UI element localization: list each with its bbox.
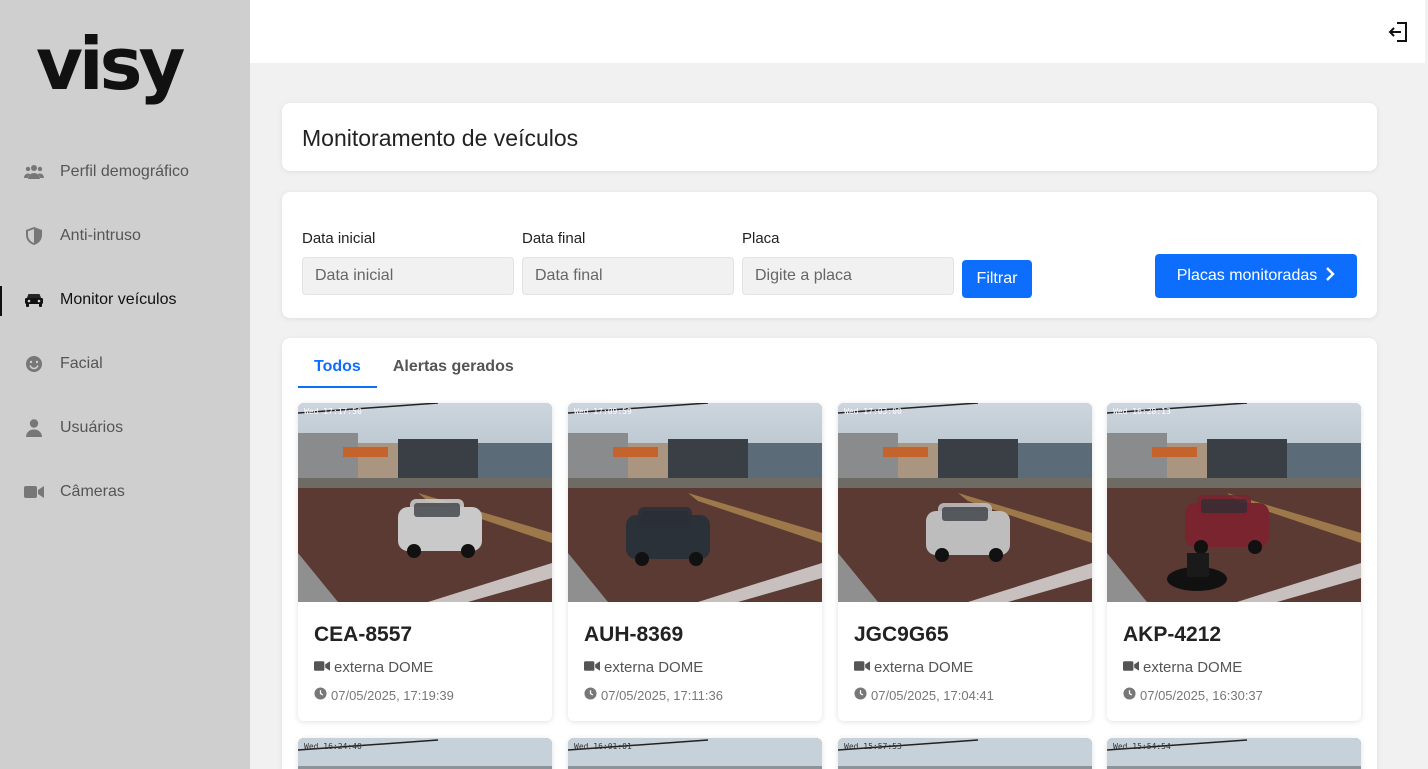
vehicle-datetime: 07/05/2025, 17:04:41 xyxy=(854,687,994,703)
camera-name: externa DOME xyxy=(1143,659,1243,676)
page-title-card: Monitoramento de veículos xyxy=(282,103,1377,171)
photo-timestamp: Wed 17:17:50 xyxy=(304,407,362,416)
vehicle-photo[interactable]: Wed 16:24:40 xyxy=(298,738,552,769)
user-icon xyxy=(24,418,44,438)
sidebar-item-label: Monitor veículos xyxy=(60,291,177,308)
vehicle-datetime: 07/05/2025, 17:19:39 xyxy=(314,687,454,703)
vehicle-photo[interactable]: Wed 16:28:13 xyxy=(1107,403,1361,602)
plate-field: Placa xyxy=(742,230,954,295)
sidebar-nav: Perfil demográfico Anti-intruso Monitor … xyxy=(0,140,250,524)
clock-icon xyxy=(314,687,327,703)
sidebar-item-label: Facial xyxy=(60,355,103,372)
vehicle-photo[interactable]: Wed 15:57:53 xyxy=(838,738,1092,769)
vehicle-photo[interactable]: Wed 16:01:01 xyxy=(568,738,822,769)
plate-input[interactable] xyxy=(742,257,954,295)
vehicle-datetime: 07/05/2025, 16:30:37 xyxy=(1123,687,1263,703)
sidebar-item-label: Perfil demográfico xyxy=(60,163,189,180)
photo-timestamp: Wed 17:09:59 xyxy=(574,407,632,416)
sidebar-item-facial[interactable]: Facial xyxy=(0,332,250,396)
car-icon xyxy=(24,290,44,310)
vehicle-card[interactable]: Wed 15:54:54 xyxy=(1107,738,1361,769)
vehicle-card[interactable]: Wed 15:57:53 xyxy=(838,738,1092,769)
plate-label: Placa xyxy=(742,230,780,247)
vehicle-camera: externa DOME xyxy=(314,659,433,676)
clock-icon xyxy=(1123,687,1136,703)
start-date-label: Data inicial xyxy=(302,230,376,247)
page-title: Monitoramento de veículos xyxy=(302,125,579,151)
datetime-text: 07/05/2025, 17:19:39 xyxy=(331,687,454,703)
vehicle-list-card: Todos Alertas gerados Wed 17:17:50 CEA-8… xyxy=(282,338,1377,769)
end-date-field: Data final xyxy=(522,230,734,295)
filter-button[interactable]: Filtrar xyxy=(962,260,1032,298)
sidebar-item-label: Anti-intruso xyxy=(60,227,141,244)
sidebar-item-label: Câmeras xyxy=(60,483,125,500)
photo-timestamp: Wed 15:54:54 xyxy=(1113,742,1171,751)
start-date-field: Data inicial xyxy=(302,230,514,295)
vehicle-photo[interactable]: Wed 17:17:50 xyxy=(298,403,552,602)
vehicle-camera: externa DOME xyxy=(854,659,973,676)
clock-icon xyxy=(854,687,867,703)
video-camera-icon xyxy=(1123,659,1139,676)
visy-logo[interactable]: visy xyxy=(36,28,185,100)
monitored-plates-label: Placas monitoradas xyxy=(1176,267,1318,284)
clock-icon xyxy=(584,687,597,703)
video-camera-icon xyxy=(854,659,870,676)
vehicle-plate: JGC9G65 xyxy=(854,623,949,646)
vehicle-card[interactable]: Wed 17:09:59 AUH-8369 externa DOME 07/05… xyxy=(568,403,822,721)
camera-name: externa DOME xyxy=(604,659,704,676)
photo-timestamp: Wed 15:57:53 xyxy=(844,742,902,751)
vehicle-card[interactable]: Wed 16:01:01 xyxy=(568,738,822,769)
vehicle-photo[interactable]: Wed 17:09:59 xyxy=(568,403,822,602)
vehicle-card[interactable]: Wed 16:24:40 xyxy=(298,738,552,769)
vehicle-photo[interactable]: Wed 15:54:54 xyxy=(1107,738,1361,769)
vehicle-plate: CEA-8557 xyxy=(314,623,413,646)
smile-icon xyxy=(24,354,44,374)
filter-card: Data inicial Data final Placa Filtrar Pl… xyxy=(282,192,1377,318)
datetime-text: 07/05/2025, 17:04:41 xyxy=(871,687,994,703)
datetime-text: 07/05/2025, 16:30:37 xyxy=(1140,687,1263,703)
start-date-input[interactable] xyxy=(302,257,514,295)
vehicle-card[interactable]: Wed 17:17:50 CEA-8557 externa DOME 07/05… xyxy=(298,403,552,721)
sidebar-item-monitor-veiculos[interactable]: Monitor veículos xyxy=(0,268,250,332)
camera-name: externa DOME xyxy=(874,659,974,676)
sidebar-item-anti-intruso[interactable]: Anti-intruso xyxy=(0,204,250,268)
end-date-input[interactable] xyxy=(522,257,734,295)
photo-timestamp: Wed 16:28:13 xyxy=(1113,407,1171,416)
photo-timestamp: Wed 16:01:01 xyxy=(574,742,632,751)
sidebar-item-perfil-demografico[interactable]: Perfil demográfico xyxy=(0,140,250,204)
camera-name: externa DOME xyxy=(334,659,434,676)
vehicle-plate: AUH-8369 xyxy=(584,623,684,646)
shield-icon xyxy=(24,226,44,246)
vehicle-camera: externa DOME xyxy=(1123,659,1242,676)
vehicle-datetime: 07/05/2025, 17:11:36 xyxy=(584,687,723,703)
chevron-right-icon xyxy=(1325,266,1335,286)
vehicle-camera: externa DOME xyxy=(584,659,703,676)
vehicle-card[interactable]: Wed 16:28:13 AKP-4212 externa DOME 07/05… xyxy=(1107,403,1361,721)
users-icon xyxy=(24,162,44,182)
vehicle-plate: AKP-4212 xyxy=(1123,623,1222,646)
datetime-text: 07/05/2025, 17:11:36 xyxy=(601,687,723,703)
sidebar-item-label: Usuários xyxy=(60,419,124,436)
tabs: Todos Alertas gerados xyxy=(298,350,530,388)
video-camera-icon xyxy=(584,659,600,676)
sidebar: visy Perfil demográfico Anti-intruso Mon… xyxy=(0,0,250,769)
tab-alertas-gerados[interactable]: Alertas gerados xyxy=(377,350,530,388)
vehicle-photo[interactable]: Wed 17:03:00 xyxy=(838,403,1092,602)
photo-timestamp: Wed 17:03:00 xyxy=(844,407,902,416)
sidebar-item-cameras[interactable]: Câmeras xyxy=(0,460,250,524)
video-camera-icon xyxy=(24,482,44,502)
vehicle-card[interactable]: Wed 17:03:00 JGC9G65 externa DOME 07/05/… xyxy=(838,403,1092,721)
topbar xyxy=(250,0,1425,63)
logout-icon[interactable] xyxy=(1387,20,1411,44)
sidebar-item-usuarios[interactable]: Usuários xyxy=(0,396,250,460)
monitored-plates-button[interactable]: Placas monitoradas xyxy=(1155,254,1357,298)
video-camera-icon xyxy=(314,659,330,676)
photo-timestamp: Wed 16:24:40 xyxy=(304,742,362,751)
end-date-label: Data final xyxy=(522,230,586,247)
tab-todos[interactable]: Todos xyxy=(298,350,377,388)
